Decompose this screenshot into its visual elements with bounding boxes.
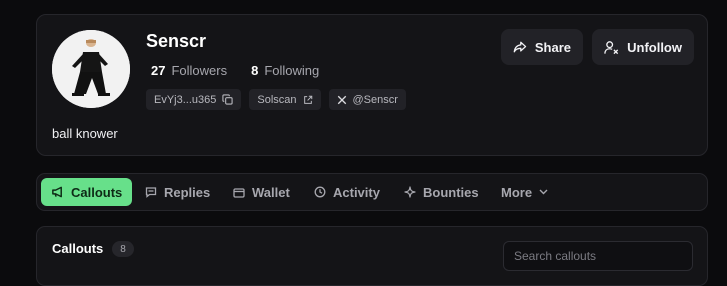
follow-stats: 27 Followers 8 Following bbox=[151, 63, 319, 78]
wallet-address: EvYj3...u365 bbox=[154, 93, 217, 106]
profile-tabs: Callouts Replies Wallet Activity Bountie… bbox=[36, 173, 708, 211]
tab-activity-label: Activity bbox=[333, 184, 380, 200]
external-link-icon bbox=[303, 95, 312, 104]
tab-callouts[interactable]: Callouts bbox=[41, 178, 133, 206]
user-remove-icon bbox=[604, 40, 619, 54]
solscan-label: Solscan bbox=[257, 93, 297, 106]
profile-chips: EvYj3...u365 Solscan @Senscr bbox=[146, 89, 406, 110]
tab-more[interactable]: More bbox=[491, 178, 558, 206]
tab-wallet-label: Wallet bbox=[252, 184, 290, 200]
following-link[interactable]: 8 Following bbox=[251, 63, 319, 78]
followers-count: 27 bbox=[151, 63, 166, 78]
search-callouts-input[interactable] bbox=[503, 241, 693, 271]
avatar bbox=[52, 30, 130, 108]
megaphone-icon bbox=[52, 186, 62, 198]
tab-wallet[interactable]: Wallet bbox=[223, 178, 300, 206]
share-label: Share bbox=[534, 39, 571, 55]
wallet-address-chip[interactable]: EvYj3...u365 bbox=[146, 89, 242, 110]
share-button[interactable]: Share bbox=[501, 29, 583, 65]
tab-replies[interactable]: Replies bbox=[135, 178, 220, 206]
solscan-link[interactable]: Solscan bbox=[249, 89, 321, 110]
following-count: 8 bbox=[251, 63, 259, 78]
share-icon bbox=[513, 41, 527, 53]
tab-more-label: More bbox=[501, 184, 533, 200]
x-handle: @Senscr bbox=[352, 93, 398, 106]
profile-card: Senscr 27 Followers 8 Following EvYj3...u3… bbox=[36, 14, 708, 156]
tab-callouts-label: Callouts bbox=[71, 184, 123, 200]
message-icon bbox=[145, 187, 157, 198]
callouts-count-badge: 8 bbox=[112, 241, 134, 257]
clock-icon bbox=[314, 186, 326, 198]
tab-activity[interactable]: Activity bbox=[304, 178, 390, 206]
wallet-icon bbox=[233, 187, 245, 198]
callouts-panel: Callouts 8 bbox=[36, 226, 708, 286]
followers-label: Followers bbox=[171, 63, 228, 78]
followers-link[interactable]: 27 Followers bbox=[151, 63, 227, 78]
profile-bio: ball knower bbox=[52, 126, 118, 141]
x-logo-icon bbox=[337, 95, 346, 104]
following-label: Following bbox=[264, 63, 320, 78]
tab-bounties-label: Bounties bbox=[423, 184, 479, 200]
x-profile-link[interactable]: @Senscr bbox=[328, 89, 406, 110]
copy-icon[interactable] bbox=[222, 94, 234, 105]
unfollow-button[interactable]: Unfollow bbox=[592, 29, 694, 65]
sparkle-icon bbox=[404, 186, 416, 198]
tab-replies-label: Replies bbox=[164, 184, 211, 200]
profile-name: Senscr bbox=[146, 31, 207, 51]
unfollow-label: Unfollow bbox=[627, 39, 682, 55]
tab-bounties[interactable]: Bounties bbox=[394, 178, 489, 206]
chevron-down-icon bbox=[539, 189, 548, 195]
